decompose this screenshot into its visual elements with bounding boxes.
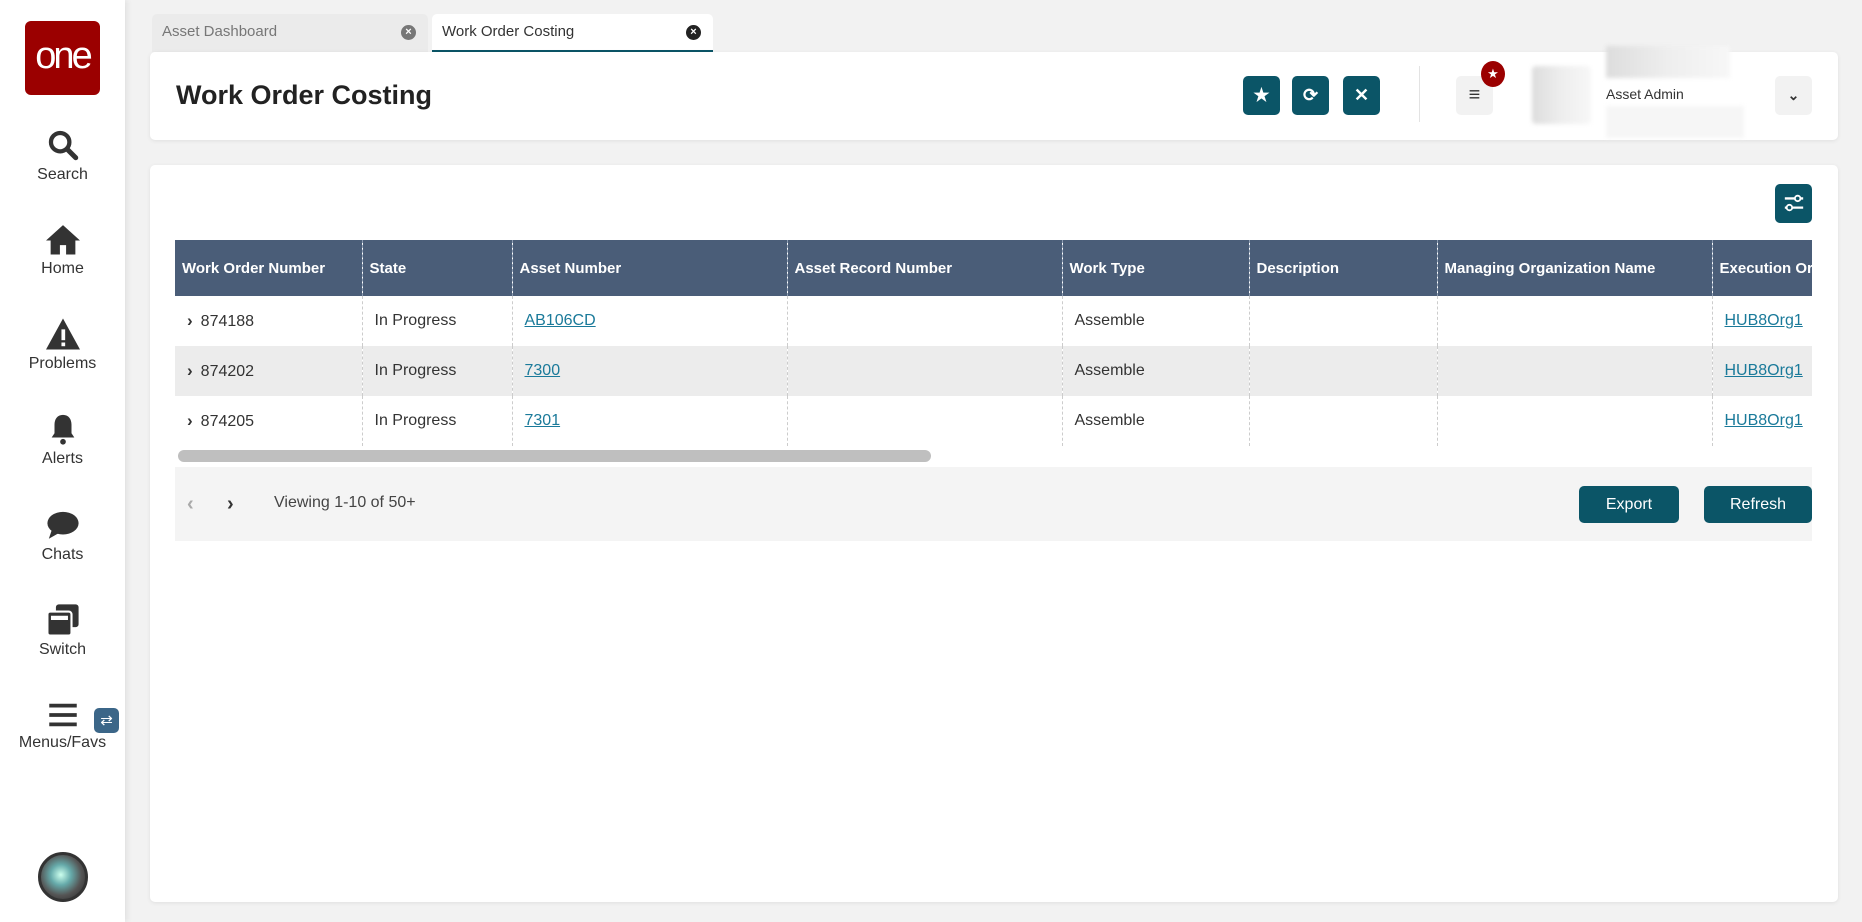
state-cell: In Progress: [361, 396, 512, 446]
column-header[interactable]: Asset Number: [511, 240, 787, 296]
export-button[interactable]: Export: [1579, 486, 1679, 523]
user-avatar[interactable]: [1532, 66, 1591, 124]
warning-icon: [45, 318, 80, 350]
asset-record-cell: [786, 396, 1062, 446]
chevron-down-icon: ⌄: [1787, 87, 1800, 103]
execution-org-link[interactable]: HUB8Org1: [1725, 362, 1803, 379]
asset-number-link[interactable]: AB106CD: [525, 312, 596, 329]
close-icon: ✕: [1353, 85, 1370, 105]
state-cell: In Progress: [361, 346, 512, 396]
favorites-star-badge-icon: ★: [1481, 61, 1505, 87]
sidebar-item-alerts[interactable]: Alerts: [0, 412, 125, 468]
refresh-page-button[interactable]: ⟳: [1292, 76, 1329, 115]
sidebar-item-chats[interactable]: Chats: [0, 510, 125, 564]
close-tab-icon[interactable]: ×: [401, 25, 416, 40]
column-header[interactable]: State: [361, 240, 512, 296]
user-org-redacted: [1606, 106, 1744, 138]
assistant-avatar[interactable]: [38, 852, 88, 902]
asset-number-link[interactable]: 7301: [525, 412, 561, 429]
managing-org-cell: [1436, 296, 1712, 346]
work-type-cell: Assemble: [1061, 296, 1249, 346]
description-cell: [1248, 346, 1437, 396]
tab-asset-dashboard[interactable]: Asset Dashboard ×: [152, 14, 428, 52]
expand-row-icon[interactable]: ›: [187, 411, 193, 430]
sidebar-item-label: Switch: [38, 641, 87, 658]
asset-record-cell: [786, 296, 1062, 346]
sidebar-item-label: Search: [37, 166, 88, 183]
user-name-redacted: [1606, 46, 1730, 78]
table-row: › 874202 In Progress 7300 Assemble HUB8Or…: [175, 346, 1812, 396]
switch-icon: [45, 604, 79, 637]
page-title: Work Order Costing: [176, 80, 433, 110]
sidebar: one Search Home Problems Alerts Chats Sw…: [0, 0, 125, 922]
sidebar-item-search[interactable]: Search: [0, 128, 125, 184]
sidebar-item-label: Problems: [28, 355, 97, 372]
page-header: Work Order Costing ★ ⟳ ✕ ≡ ★ Asset Admin…: [150, 46, 1838, 140]
work-type-cell: Assemble: [1061, 346, 1249, 396]
user-menu-dropdown[interactable]: ⌄: [1775, 76, 1812, 115]
column-header[interactable]: Asset Record Number: [786, 240, 1062, 296]
menu-icon: ≡: [1468, 84, 1481, 106]
favorite-button[interactable]: ★: [1243, 76, 1280, 115]
column-header[interactable]: Work Order Number: [175, 240, 362, 296]
sidebar-item-switch[interactable]: Switch ⇄: [0, 603, 125, 733]
managing-org-cell: [1436, 396, 1712, 446]
sidebar-item-label: Home: [41, 260, 84, 277]
column-header[interactable]: Execution Or: [1711, 240, 1812, 296]
home-icon: [45, 225, 80, 255]
expand-row-icon[interactable]: ›: [187, 311, 193, 330]
horizontal-scrollbar[interactable]: [178, 450, 931, 462]
sliders-icon: [1784, 194, 1803, 212]
description-cell: [1248, 296, 1437, 346]
divider: [1419, 66, 1420, 122]
previous-page-icon[interactable]: ‹: [187, 493, 194, 516]
table-row: › 874205 In Progress 7301 Assemble HUB8Or…: [175, 396, 1812, 446]
close-page-button[interactable]: ✕: [1343, 76, 1380, 115]
work-order-number: 874202: [200, 363, 255, 380]
menu-icon: [48, 703, 77, 727]
sidebar-item-menus-favs[interactable]: Menus/Favs: [0, 700, 125, 752]
sidebar-item-problems[interactable]: Problems: [0, 317, 125, 373]
description-cell: [1248, 396, 1437, 446]
next-page-icon[interactable]: ›: [227, 493, 234, 516]
work-type-cell: Assemble: [1061, 396, 1249, 446]
sidebar-item-label: Chats: [41, 546, 84, 563]
bell-icon: [51, 414, 74, 445]
star-icon: ★: [1253, 85, 1270, 105]
user-role: Asset Admin: [1606, 86, 1684, 102]
refresh-icon: ⟳: [1302, 85, 1319, 105]
asset-number-link[interactable]: 7300: [525, 362, 561, 379]
asset-record-cell: [786, 346, 1062, 396]
sidebar-item-label: Menus/Favs: [18, 734, 107, 751]
sidebar-item-home[interactable]: Home: [0, 222, 125, 278]
sidebar-item-label: Alerts: [42, 450, 83, 467]
execution-org-link[interactable]: HUB8Org1: [1725, 412, 1803, 429]
state-cell: In Progress: [361, 296, 512, 346]
tab-work-order-costing[interactable]: Work Order Costing ×: [432, 14, 713, 52]
pagination-status: Viewing 1-10 of 50+: [274, 494, 416, 511]
work-order-grid-panel: Work Order Number State Asset Number Ass…: [150, 165, 1838, 902]
grid-footer: ‹ › Viewing 1-10 of 50+ Export Refresh: [175, 467, 1812, 541]
managing-org-cell: [1436, 346, 1712, 396]
work-order-number: 874205: [200, 413, 255, 430]
work-order-table: Work Order Number State Asset Number Ass…: [175, 240, 1812, 446]
search-icon: [48, 130, 78, 161]
column-header[interactable]: Work Type: [1061, 240, 1249, 296]
tab-label: Asset Dashboard: [162, 23, 278, 40]
refresh-button[interactable]: Refresh: [1704, 486, 1812, 523]
work-order-number: 874188: [200, 313, 255, 330]
grid-settings-button[interactable]: [1775, 184, 1812, 223]
column-header[interactable]: Managing Organization Name: [1436, 240, 1712, 296]
execution-org-link[interactable]: HUB8Org1: [1725, 312, 1803, 329]
table-header-row: Work Order Number State Asset Number Ass…: [175, 240, 1812, 296]
app-logo[interactable]: one: [25, 21, 100, 95]
tab-label: Work Order Costing: [442, 23, 575, 40]
chat-icon: [46, 511, 79, 539]
table-row: › 874188 In Progress AB106CD Assemble HUB…: [175, 296, 1812, 346]
column-header[interactable]: Description: [1248, 240, 1437, 296]
close-tab-icon[interactable]: ×: [686, 25, 701, 40]
expand-row-icon[interactable]: ›: [187, 361, 193, 380]
